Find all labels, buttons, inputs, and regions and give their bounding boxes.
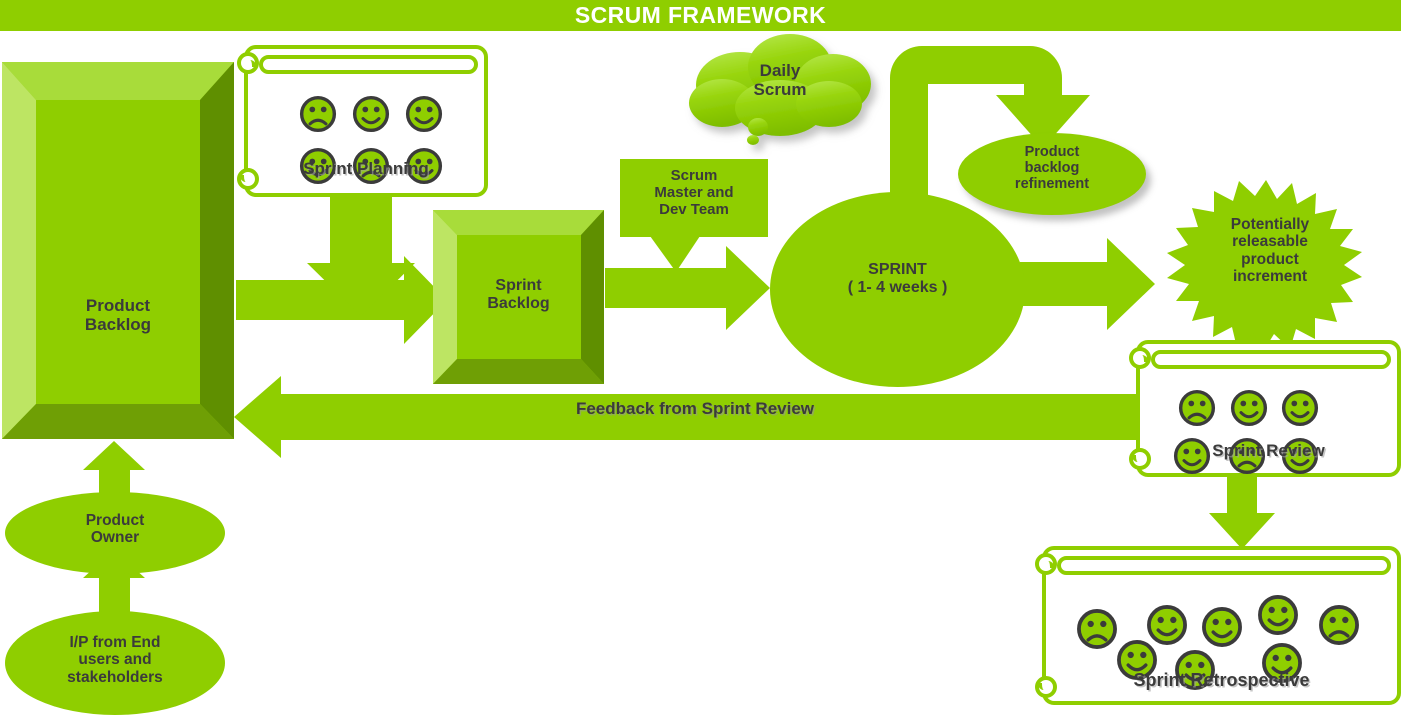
sprint-label: SPRINT ( 1- 4 weeks ) (847, 261, 948, 296)
arrow-sprint-review-to-retrospective (1209, 477, 1275, 549)
smiley-happy-icon (1201, 606, 1243, 653)
arrow-sprint-to-increment (1020, 238, 1155, 330)
sprint-retrospective-board: Sprint Retrospective (1035, 546, 1401, 705)
sprint-retrospective-title: Sprint Retrospective (1133, 670, 1310, 690)
smiley-sad-icon (1178, 389, 1216, 432)
smiley-happy-icon (405, 95, 443, 138)
sprint-backlog-box: Sprint Backlog (432, 209, 605, 385)
board-rail (259, 55, 478, 74)
arrow-feedback-from-sprint-review (234, 376, 1268, 458)
end-user-input-label: I/P from End users and stakeholders (67, 634, 163, 686)
daily-scrum-cloud-icon (689, 34, 871, 145)
board-curl-top-icon (1129, 347, 1151, 369)
board-rail (1151, 350, 1391, 369)
board-rail (1057, 556, 1391, 575)
sprint-planning-title: Sprint Planning (303, 159, 429, 178)
sprint-ellipse: SPRINT ( 1- 4 weeks ) (770, 192, 1025, 387)
smiley-happy-icon (1257, 594, 1299, 641)
smiley-sad-icon (299, 95, 337, 138)
smiley-happy-icon (1281, 389, 1319, 432)
smiley-happy-icon (352, 95, 390, 138)
sprint-retrospective-faces (1046, 576, 1397, 690)
smiley-sad-icon (1318, 604, 1360, 651)
scrum-master-dev-team-label: Scrum Master and Dev Team (654, 167, 734, 218)
callout-tail-scrum-master (650, 236, 700, 272)
product-owner-ellipse: Product Owner (5, 492, 225, 574)
sprint-planning-board: Sprint Planning (237, 45, 488, 197)
board-curl-top-icon (237, 52, 259, 74)
smiley-sad-icon (1076, 608, 1118, 655)
sprint-review-board: Sprint Review (1129, 340, 1401, 477)
product-backlog-box: Product Backlog (0, 60, 236, 441)
smiley-happy-icon (1230, 389, 1268, 432)
board-curl-top-icon (1035, 553, 1057, 575)
scrum-master-dev-team-callout: Scrum Master and Dev Team (620, 159, 768, 237)
product-backlog-refinement-label: Product backlog refinement (1014, 144, 1090, 193)
scrum-framework-diagram: SCRUM FRAMEWORK Product Backlog Sprint B… (0, 0, 1401, 715)
product-increment-starburst-icon (1167, 180, 1362, 352)
arrow-sprint-backlog-to-sprint (605, 246, 770, 330)
product-owner-label: Product Owner (85, 512, 145, 547)
end-user-input-ellipse: I/P from End users and stakeholders (5, 611, 225, 715)
sprint-review-title: Sprint Review (1212, 441, 1325, 460)
product-backlog-refinement-ellipse: Product backlog refinement (958, 133, 1146, 215)
